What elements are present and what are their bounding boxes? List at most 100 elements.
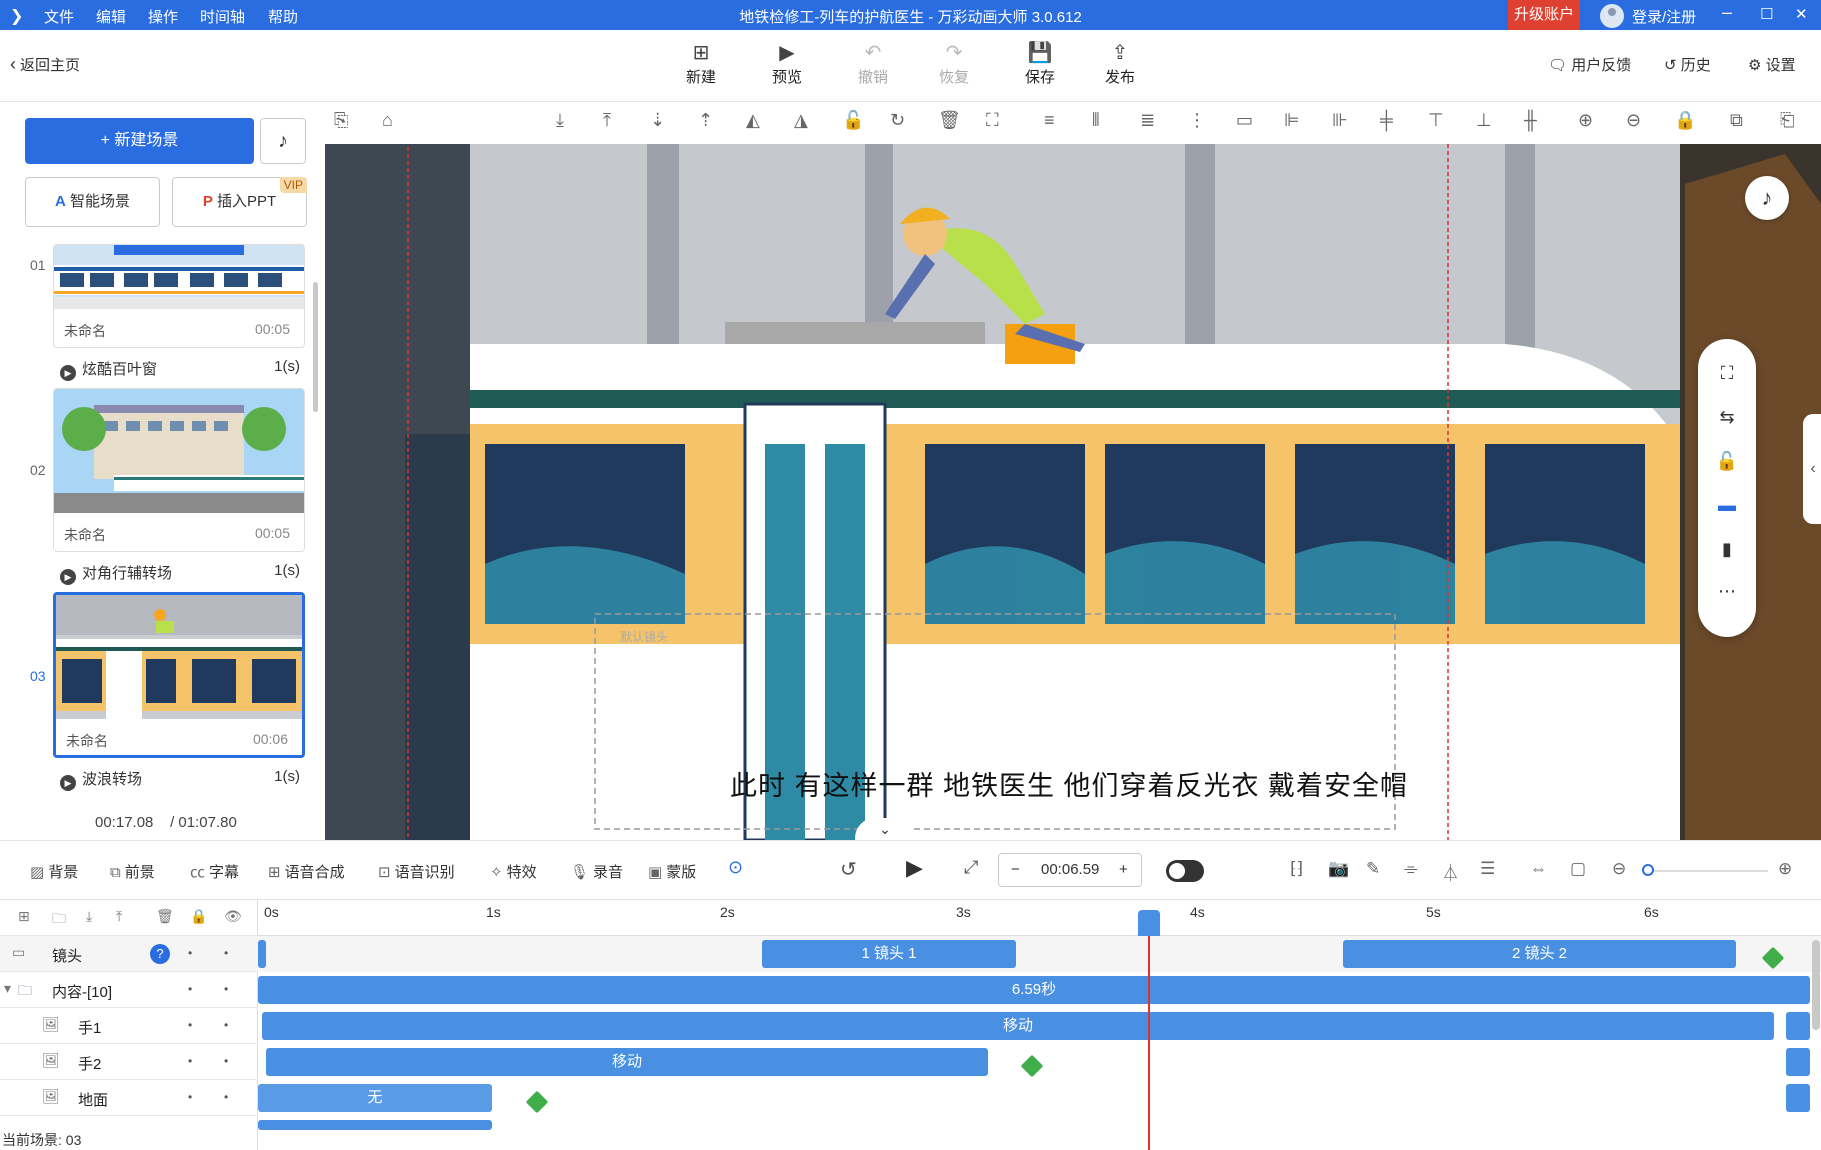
ground-exit-bar[interactable] [1786,1084,1810,1112]
copy-icon[interactable]: ⧉ [1730,110,1743,131]
scene-card-02[interactable]: 未命名 00:05 [53,388,305,552]
filter-icon[interactable]: ⏃ [1442,859,1459,884]
hand2-exit-bar[interactable] [1786,1048,1810,1076]
next-track-bar[interactable] [258,1120,492,1130]
delete-icon[interactable]: 🗑 [938,110,961,131]
tts-button[interactable]: ⊞ 语音合成 [268,861,345,882]
timeline-scrollbar[interactable] [1812,940,1820,1030]
settings-button[interactable]: ⚙ 设置 [1748,54,1796,75]
new-scene-button[interactable]: + 新建场景 [25,118,254,164]
stage-music-button[interactable]: ♪ [1745,176,1789,220]
lock-icon[interactable]: 🔓 [1715,449,1739,473]
effects-button[interactable]: ✧ 特效 [490,861,537,882]
caret-down-icon[interactable]: ▾ [4,980,11,997]
fit-width-icon[interactable]: ⇔ [1530,859,1547,879]
camera-icon[interactable]: 📷 [1328,859,1349,879]
zoom-in-icon[interactable]: ⊕ [1778,859,1792,879]
add-keyframe-icon[interactable] [1020,1054,1044,1078]
ratio-icon[interactable]: ▢ [1570,859,1586,879]
move-bottom-icon[interactable]: ⤓ [556,110,564,131]
rotate-icon[interactable]: ↻ [890,110,905,131]
move-top-icon[interactable]: ⤒ [603,110,611,131]
zoom-slider-knob[interactable] [1642,864,1654,876]
track-hand1[interactable]: 🖼 手1 • • [0,1008,258,1044]
lock-closed-icon[interactable]: 🔒 [1674,110,1696,131]
more-tools-icon[interactable]: ⊙ [728,857,743,878]
align-vcenter-icon[interactable]: ╫ [1524,110,1537,131]
smart-scene-button[interactable]: A 智能场景 [25,177,160,227]
record-button[interactable]: 🎙 录音 [570,861,623,882]
lock-dot[interactable]: • [224,946,228,960]
timeline-zoom-slider[interactable] [1648,870,1768,872]
camera-1-bar[interactable]: 1 镜头 1 [762,940,1016,968]
eye-icon[interactable]: 👁 [224,908,242,925]
time-stepper[interactable]: − 00:06.59 + [998,853,1142,887]
menu-timeline[interactable]: 时间轴 [200,6,245,27]
login-button[interactable]: 登录/注册 [1600,4,1696,28]
new-folder-icon[interactable]: 🗀 [52,908,66,932]
redo-button[interactable]: ↷ 恢复 [924,40,984,87]
time-minus-button[interactable]: − [1011,854,1020,886]
feedback-button[interactable]: 🗨 用户反馈 [1548,54,1631,75]
move-up-icon[interactable]: ⤒ [116,908,122,925]
menu-operate[interactable]: 操作 [148,6,178,27]
screen-landscape-icon[interactable]: ▬ [1715,493,1739,517]
maximize-button[interactable]: ☐ [1760,5,1773,23]
lock-dot[interactable]: • [224,982,228,996]
time-ruler[interactable]: 0s 1s 2s 3s 4s 5s 6s [258,900,1821,936]
menu-file[interactable]: 文件 [44,6,74,27]
subtitle-button[interactable]: ㏄字幕 [190,861,239,882]
visibility-dot[interactable]: • [188,982,192,996]
playhead-handle[interactable] [1138,910,1160,936]
align-top-icon[interactable]: ⊤ [1428,110,1444,131]
lock-dot[interactable]: • [224,1090,228,1104]
insert-ppt-button[interactable]: P 插入PPT VIP [172,177,307,227]
replay-icon[interactable]: ↺ [840,857,857,882]
time-value[interactable]: 00:06.59 [1041,854,1099,886]
flip-icon[interactable]: ⇆ [1715,405,1739,429]
visibility-dot[interactable]: • [188,1054,192,1068]
more-icon[interactable]: ⋯ [1715,579,1739,603]
chevron-down-icon[interactable]: ⌄ [855,818,915,840]
menu-edit[interactable]: 编辑 [96,6,126,27]
speech-recognition-button[interactable]: ⊡ 语音识别 [378,861,455,882]
back-home-button[interactable]: ‹ 返回主页 [10,54,80,75]
scene-list-scrollbar[interactable] [313,282,318,412]
mask-button[interactable]: ▣ 蒙版 [648,861,696,882]
track-hand2[interactable]: 🖼 手2 • • [0,1044,258,1080]
distribute-h-icon[interactable]: ⫴ [1092,110,1100,131]
adjust-icon[interactable]: ☰ [1480,859,1495,879]
align-middle-icon[interactable]: ≣ [1140,110,1155,131]
align-hcenter-icon[interactable]: ╪ [1380,110,1393,131]
subtitle-text[interactable]: 此时 有这样一群 地铁医生 他们穿着反光衣 戴着安全帽 [730,764,1408,803]
hand1-exit-bar[interactable] [1786,1012,1810,1040]
camera-start-marker[interactable] [258,940,266,968]
ground-entrance-bar[interactable]: 无 [258,1084,492,1112]
publish-button[interactable]: ⇪ 发布 [1090,40,1150,87]
visibility-dot[interactable]: • [188,1090,192,1104]
loop-toggle[interactable] [1166,860,1204,882]
play-icon[interactable]: ▶ [906,855,923,881]
delete-icon[interactable]: 🗑 [156,908,174,925]
new-button[interactable]: ⊞ 新建 [671,40,731,87]
move-up-icon[interactable]: ⇡ [698,110,713,131]
flip-h-icon[interactable]: ◭ [746,110,760,131]
hand1-move-bar[interactable]: 移动 [262,1012,1774,1040]
fullscreen-icon[interactable]: ⛶ [1715,361,1739,385]
menu-help[interactable]: 帮助 [268,6,298,27]
chevron-left-icon[interactable]: ‹ [1803,414,1821,524]
preview-button[interactable]: ▶ 预览 [757,40,817,87]
save-button[interactable]: 💾 保存 [1010,40,1070,87]
music-button[interactable]: ♪ [260,118,306,164]
visibility-dot[interactable]: • [188,1018,192,1032]
expand-icon[interactable]: ⤢ [964,857,978,878]
zoom-in-icon[interactable]: ⊕ [1578,110,1593,131]
move-down-icon[interactable]: ⤓ [86,908,92,925]
lock-icon[interactable]: 🔓 [842,110,864,131]
split-icon[interactable]: ⌯ [1404,859,1418,879]
undo-button[interactable]: ↶ 撤销 [843,40,903,87]
lock-dot[interactable]: • [224,1018,228,1032]
scene-canvas[interactable]: 默认镜头 此时 有这样一群 地铁医生 他们穿着反光衣 戴着安全帽 ♪ ⛶ ⇆ 🔓… [325,144,1821,840]
screen-portrait-icon[interactable]: ▮ [1715,537,1739,561]
move-down-icon[interactable]: ⇣ [650,110,665,131]
